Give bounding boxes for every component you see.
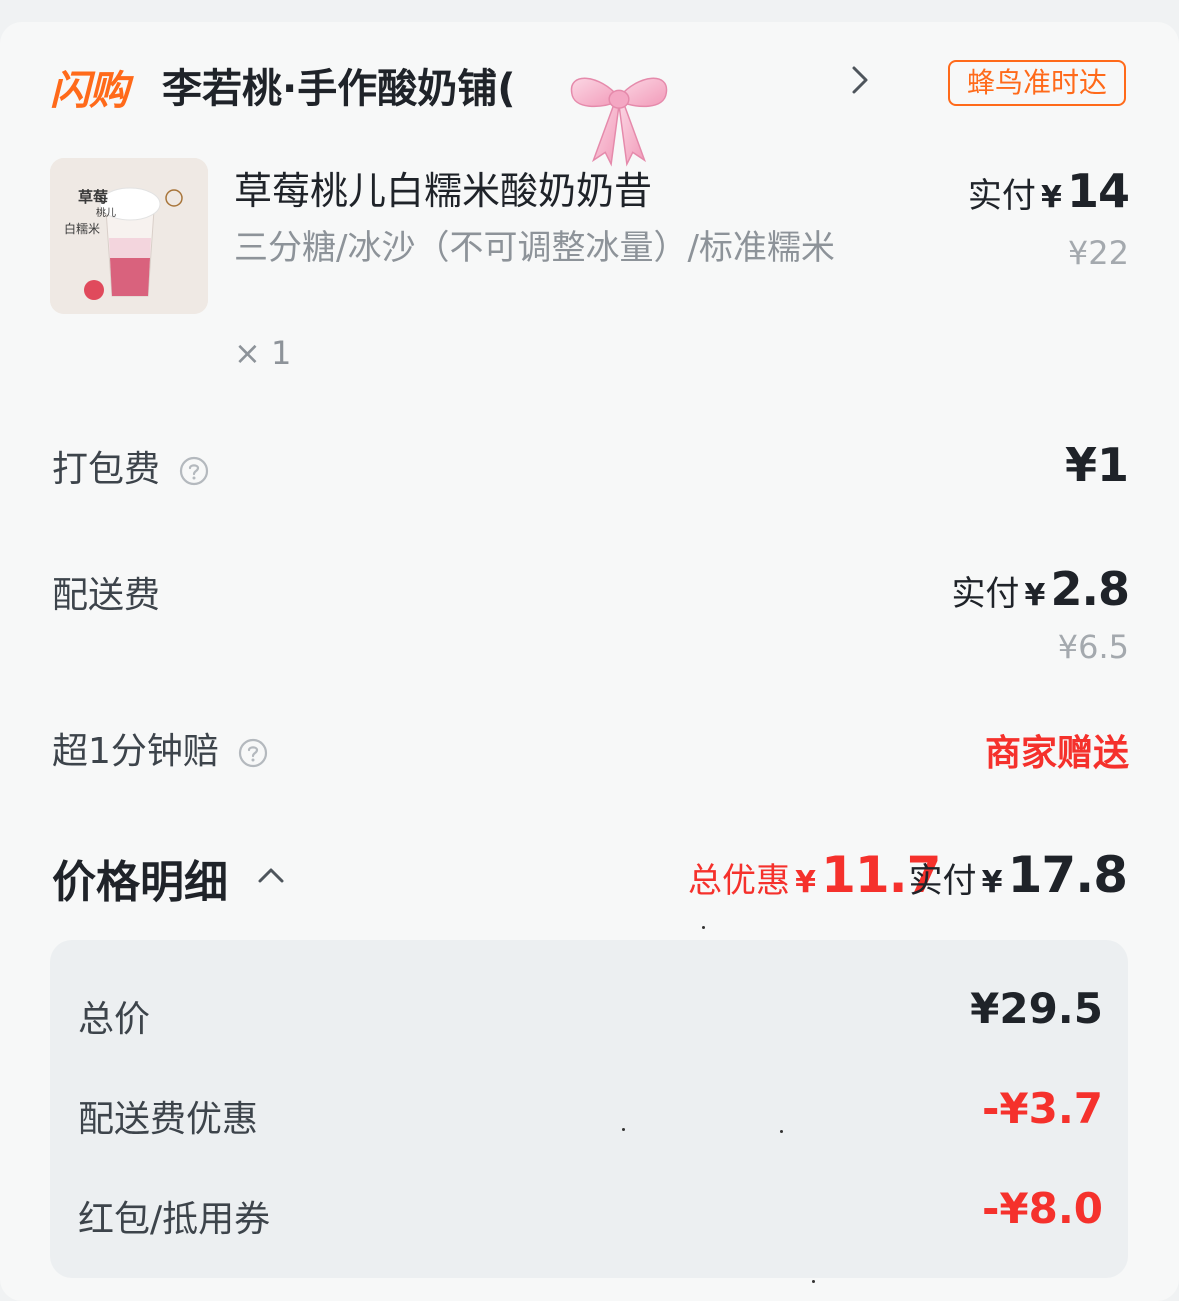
breakdown-total-label: 总价	[78, 999, 151, 1040]
chevron-up-icon[interactable]	[256, 864, 286, 886]
paid-amount: 17.8	[1007, 846, 1128, 904]
packing-fee-label: 打包费	[52, 449, 161, 490]
currency-symbol: ¥	[1041, 180, 1062, 215]
late-comp-row: 超1分钟赔	[52, 722, 268, 774]
late-comp-value: 商家赠送	[984, 733, 1129, 774]
paid-label: 实付	[908, 861, 977, 901]
pink-bow-sticker	[570, 77, 668, 167]
product-quantity: × 1	[234, 334, 292, 372]
thumb-label-3: 白糯米	[64, 222, 101, 236]
late-comp-label: 超1分钟赔	[52, 731, 219, 772]
question-circle-icon[interactable]	[179, 456, 209, 486]
speck	[622, 1128, 625, 1131]
speck	[702, 926, 705, 929]
breakdown-coupon-label: 红包/抵用券	[78, 1199, 271, 1240]
delivery-fee-label: 配送费	[52, 575, 161, 616]
brand-logo: 闪购	[50, 68, 129, 114]
paid-label: 实付	[967, 176, 1036, 216]
speck	[780, 1130, 783, 1133]
question-circle-icon[interactable]	[238, 738, 268, 768]
packing-fee-value: ¥1	[1064, 438, 1129, 492]
product-spec: 三分糖/冰沙（不可调整冰量）/标准糯米	[234, 228, 835, 268]
paid-label: 实付	[951, 574, 1020, 614]
product-paid-price: 实付 ¥ 14	[967, 164, 1130, 218]
delivery-badge: 蜂鸟准时达	[948, 60, 1126, 106]
total-discount: 总优惠 ¥ 11.7	[688, 846, 941, 904]
currency-symbol: ¥	[795, 865, 816, 900]
currency-symbol: ¥	[1024, 578, 1046, 613]
currency-symbol: ¥	[981, 865, 1003, 900]
paid-amount: 14	[1066, 164, 1130, 218]
delivery-original-price: ¥6.5	[1057, 628, 1129, 666]
breakdown-total-value: ¥29.5	[970, 984, 1103, 1033]
shop-name[interactable]: 李若桃·手作酸奶铺(	[162, 56, 582, 114]
product-name: 草莓桃儿白糯米酸奶奶昔	[234, 169, 653, 213]
product-original-price: ¥22	[1067, 234, 1129, 272]
breakdown-coupon-value: -¥8.0	[981, 1184, 1103, 1233]
price-detail-title[interactable]: 价格明细	[52, 846, 228, 910]
thumb-label-2: 桃儿	[96, 208, 116, 219]
product-thumbnail[interactable]: 草莓 桃儿 白糯米	[50, 158, 208, 314]
packing-fee-row: 打包费	[52, 440, 209, 492]
discount-label: 总优惠	[688, 861, 790, 901]
total-paid: 实付 ¥ 17.8	[908, 846, 1128, 904]
breakdown-delivery-discount-label: 配送费优惠	[78, 1099, 259, 1140]
breakdown-delivery-discount-value: -¥3.7	[981, 1084, 1103, 1133]
delivery-paid-price: 实付 ¥ 2.8	[951, 562, 1130, 616]
speck	[812, 1280, 815, 1283]
chevron-right-icon[interactable]	[846, 60, 874, 100]
paid-amount: 2.8	[1050, 562, 1130, 616]
